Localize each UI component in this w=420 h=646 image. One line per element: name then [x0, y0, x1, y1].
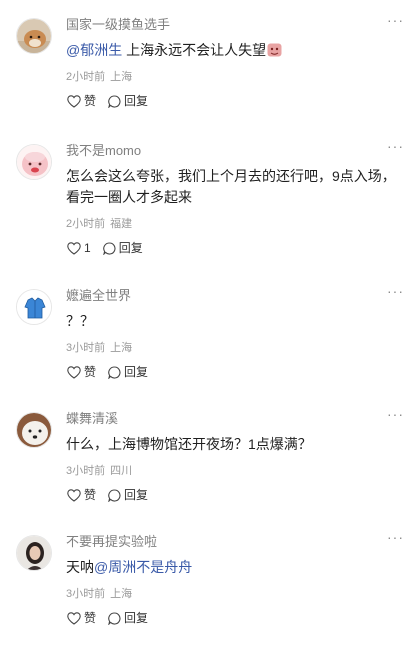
comment-item: 嬷遍全世界 ··· ？？ 3小时前 上海 赞 回复 — [0, 271, 420, 394]
reply-label: 回复 — [124, 488, 149, 502]
avatar[interactable] — [16, 289, 52, 325]
like-count: 1 — [84, 241, 91, 255]
comment-text: ？？ — [66, 313, 94, 329]
timestamp: 3小时前 — [66, 342, 106, 354]
like-button[interactable]: 赞 — [67, 610, 96, 626]
more-dots-icon[interactable]: ··· — [387, 11, 404, 29]
face-emoji-icon — [267, 42, 282, 57]
comment-actions: 赞 回复 — [67, 93, 160, 109]
reply-button[interactable]: 回复 — [108, 487, 148, 503]
comment-item: 不要再提实验啦 ··· 天呐@周洲不是舟舟 3小时前 上海 赞 回复 — [0, 517, 420, 640]
more-dots-icon[interactable]: ··· — [387, 528, 404, 546]
comment-meta: 2小时前 福建 — [66, 217, 132, 231]
more-dots-icon[interactable]: ··· — [387, 405, 404, 423]
comment-text: 什么，上海博物馆还开夜场？1点爆满？ — [66, 436, 312, 452]
like-label: 赞 — [84, 611, 97, 625]
pink-character-avatar-image — [17, 145, 51, 179]
reply-button[interactable]: 回复 — [108, 364, 148, 380]
comment-text: 天呐@周洲不是舟舟 — [66, 557, 396, 578]
comment-body: 上海永远不会让人失望 — [122, 42, 267, 58]
heart-icon — [67, 365, 81, 379]
reply-button[interactable]: 回复 — [108, 93, 148, 109]
comment-actions: 赞 回复 — [67, 610, 160, 626]
avatar[interactable] — [16, 412, 52, 448]
heart-icon — [67, 611, 81, 625]
timestamp: 3小时前 — [66, 465, 106, 477]
reply-button[interactable]: 回复 — [102, 240, 143, 256]
location: 福建 — [110, 218, 133, 230]
timestamp: 2小时前 — [66, 218, 106, 230]
speech-bubble-icon — [108, 611, 121, 625]
like-button[interactable]: 赞 — [67, 364, 96, 380]
speech-bubble-icon — [108, 365, 121, 379]
username[interactable]: 国家一级摸鱼选手 — [66, 16, 170, 34]
avatar[interactable] — [16, 144, 52, 180]
location: 上海 — [110, 71, 133, 83]
like-label: 赞 — [84, 488, 97, 502]
dog-avatar-image — [17, 19, 51, 53]
comment-text: 怎么会这么夸张，我们上个月去的还行吧，9点入场，看完一圈人才多起来 — [66, 168, 396, 205]
location: 四川 — [110, 465, 133, 477]
speech-bubble-icon — [102, 241, 116, 255]
avatar[interactable] — [16, 535, 52, 571]
comment-text: @郁洲生 上海永远不会让人失望 — [66, 40, 396, 61]
speech-bubble-icon — [108, 94, 121, 108]
girl-avatar-image — [17, 536, 51, 570]
username[interactable]: 嬷遍全世界 — [66, 287, 131, 305]
comment-meta: 2小时前 上海 — [66, 70, 132, 84]
comment-list: 国家一级摸鱼选手 ··· @郁洲生 上海永远不会让人失望 2小时前 上海 赞 回复 — [0, 0, 420, 640]
comment-meta: 3小时前 上海 — [66, 587, 132, 601]
reply-button[interactable]: 回复 — [108, 610, 148, 626]
more-dots-icon[interactable]: ··· — [387, 282, 404, 300]
like-label: 赞 — [84, 365, 97, 379]
more-dots-icon[interactable]: ··· — [387, 137, 404, 155]
username[interactable]: 蝶舞清溪 — [66, 410, 118, 428]
comment-actions: 1 回复 — [67, 240, 155, 256]
location: 上海 — [110, 342, 133, 354]
username[interactable]: 不要再提实验啦 — [66, 533, 157, 551]
like-button[interactable]: 赞 — [67, 487, 96, 503]
reply-label: 回复 — [124, 365, 149, 379]
like-button[interactable]: 1 — [67, 240, 91, 256]
timestamp: 2小时前 — [66, 71, 106, 83]
reply-label: 回复 — [124, 611, 149, 625]
reply-label: 回复 — [118, 241, 143, 255]
comment-meta: 3小时前 四川 — [66, 464, 132, 478]
comment-actions: 赞 回复 — [67, 364, 160, 380]
comment-item: 国家一级摸鱼选手 ··· @郁洲生 上海永远不会让人失望 2小时前 上海 赞 回复 — [0, 0, 420, 126]
comment-item: 我不是momo ··· 怎么会这么夸张，我们上个月去的还行吧，9点入场，看完一圈… — [0, 126, 420, 271]
blue-jacket-avatar-image — [17, 290, 51, 324]
heart-icon — [67, 241, 81, 255]
like-label: 赞 — [84, 94, 97, 108]
mention-link[interactable]: @周洲不是舟舟 — [94, 559, 192, 575]
like-button[interactable]: 赞 — [67, 93, 96, 109]
location: 上海 — [110, 588, 133, 600]
reply-label: 回复 — [124, 94, 149, 108]
comment-actions: 赞 回复 — [67, 487, 160, 503]
comment-body: 天呐 — [66, 559, 94, 575]
white-dog-avatar-image — [17, 413, 51, 447]
comment-item: 蝶舞清溪 ··· 什么，上海博物馆还开夜场？1点爆满？ 3小时前 四川 赞 回复 — [0, 394, 420, 517]
timestamp: 3小时前 — [66, 588, 106, 600]
comment-meta: 3小时前 上海 — [66, 341, 132, 355]
speech-bubble-icon — [108, 488, 121, 502]
username[interactable]: 我不是momo — [66, 142, 141, 160]
mention-link[interactable]: @郁洲生 — [66, 42, 122, 58]
heart-icon — [67, 94, 81, 108]
heart-icon — [67, 488, 81, 502]
avatar[interactable] — [16, 18, 52, 54]
